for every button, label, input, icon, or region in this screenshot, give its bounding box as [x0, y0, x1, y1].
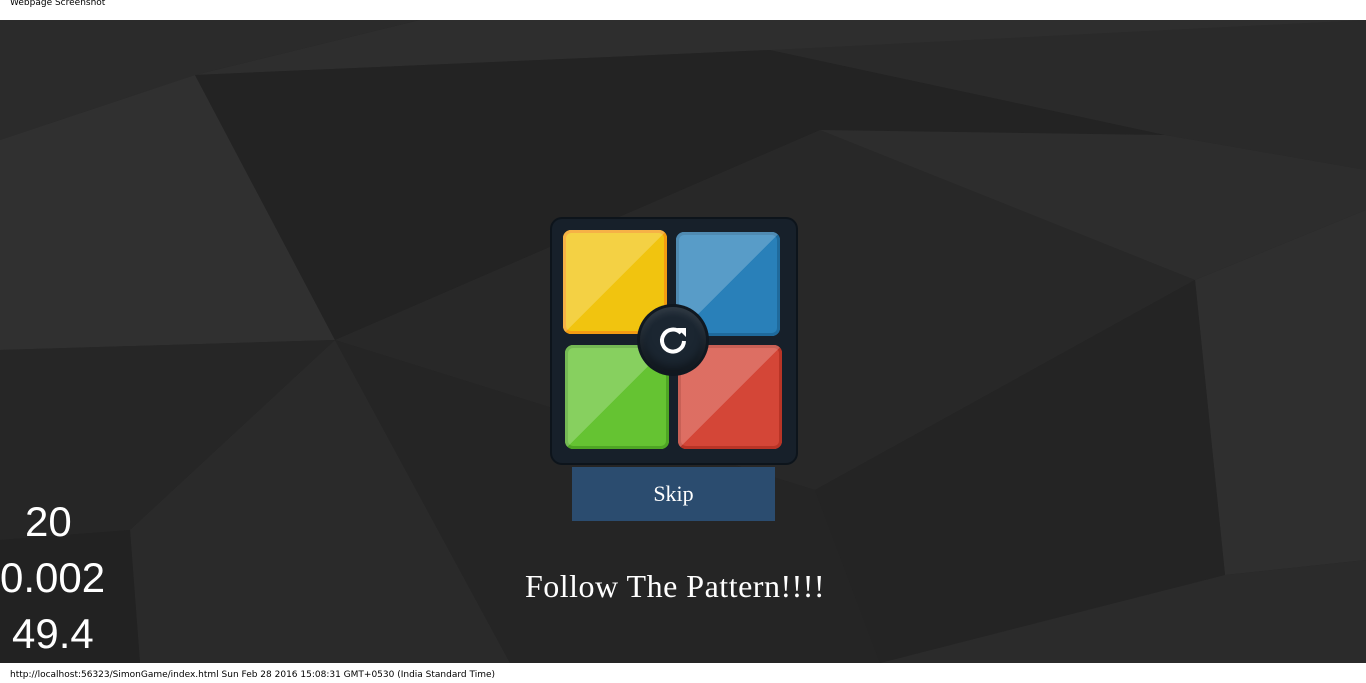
window-title-bar: Webpage Screenshot [0, 0, 1366, 20]
simon-board [552, 219, 796, 463]
game-stage: Skip Follow The Pattern!!!! 20 0.002 49.… [0, 20, 1366, 663]
stat-value-3: 49.4 [12, 610, 94, 657]
window-title: Webpage Screenshot [10, 0, 106, 8]
refresh-icon [660, 327, 686, 354]
stat-value-1: 20 [25, 498, 72, 545]
skip-button[interactable]: Skip [572, 467, 775, 521]
status-message: Follow The Pattern!!!! [524, 568, 826, 604]
footer-bar: http://localhost:56323/SimonGame/index.h… [0, 663, 1366, 683]
footer-url-text: http://localhost:56323/SimonGame/index.h… [10, 670, 496, 680]
stat-value-2: 0.002 [0, 554, 106, 601]
restart-button[interactable] [640, 307, 706, 373]
